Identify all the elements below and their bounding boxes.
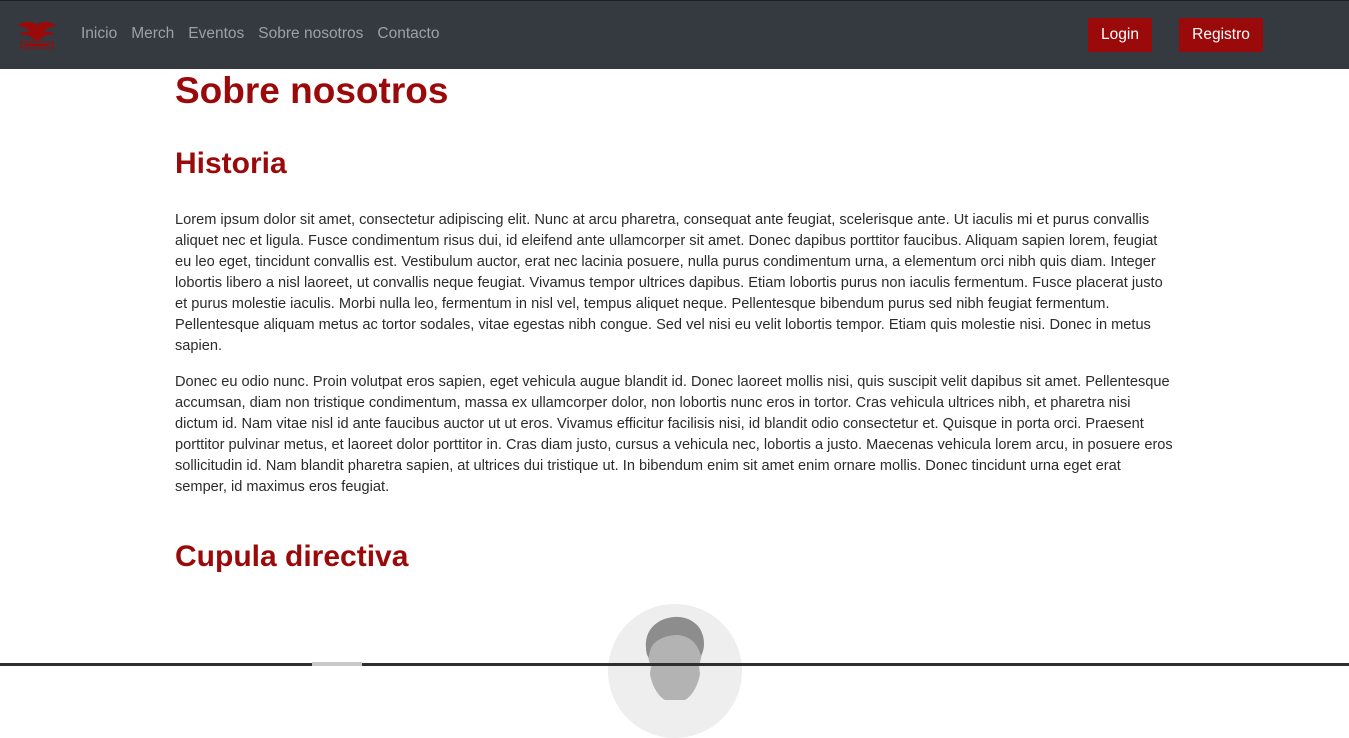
history-heading: Historia (175, 147, 287, 180)
nav-links: Inicio Merch Eventos Sobre nosotros Cont… (81, 25, 453, 43)
navbar: Inicio Merch Eventos Sobre nosotros Cont… (0, 1, 1349, 69)
history-paragraph: Lorem ipsum dolor sit amet, consectetur … (175, 212, 1163, 354)
nav-link-eventos[interactable]: Eventos (188, 25, 244, 43)
person-avatar-icon (608, 604, 742, 738)
nav-link-contacto[interactable]: Contacto (377, 25, 439, 43)
eagle-logo-icon[interactable] (14, 19, 60, 51)
scroll-indicator (312, 662, 362, 666)
page-title: Sobre nosotros (175, 70, 449, 111)
nav-link-inicio[interactable]: Inicio (81, 25, 117, 43)
register-button[interactable]: Registro (1179, 18, 1263, 52)
board-heading: Cupula directiva (175, 540, 409, 573)
login-button[interactable]: Login (1088, 18, 1152, 52)
history-paragraph: Donec eu odio nunc. Proin volutpat eros … (175, 374, 1173, 495)
nav-link-merch[interactable]: Merch (131, 25, 174, 43)
nav-link-sobre-nosotros[interactable]: Sobre nosotros (258, 25, 363, 43)
